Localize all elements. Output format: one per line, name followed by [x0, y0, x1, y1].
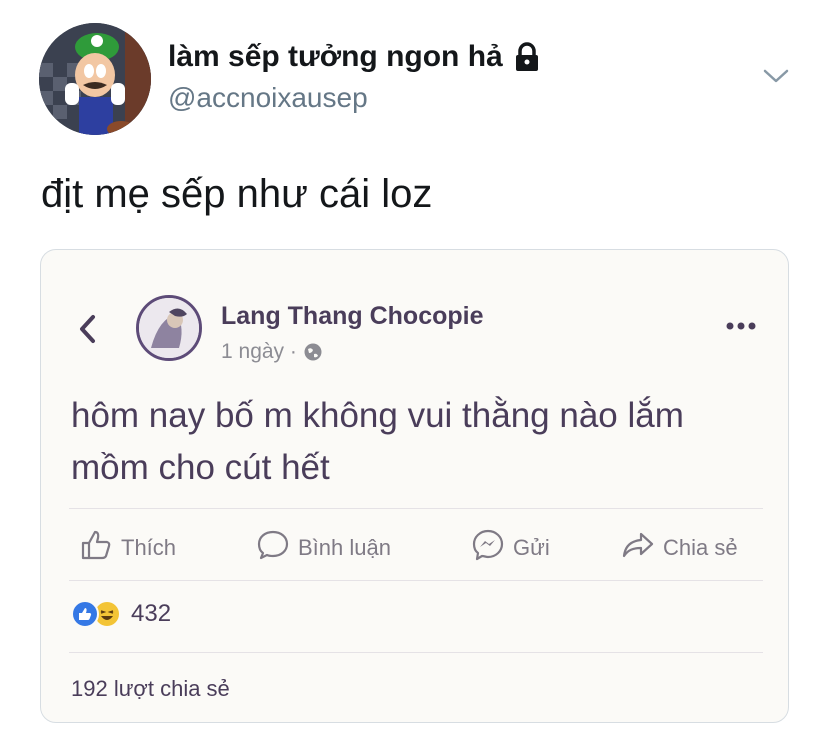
- like-action: Thích: [79, 528, 176, 568]
- lock-icon: [513, 42, 541, 72]
- divider: [69, 652, 763, 653]
- reaction-count: 432: [131, 600, 172, 627]
- page-avatar: [136, 295, 202, 361]
- send-label: Gửi: [513, 535, 550, 560]
- globe-icon: [303, 342, 323, 362]
- divider: [69, 580, 763, 581]
- more-icon: [724, 319, 758, 333]
- display-name[interactable]: làm sếp tưởng ngon hả: [168, 40, 541, 74]
- send-action: Gửi: [471, 528, 550, 568]
- share-icon: [621, 528, 655, 568]
- post-time: 1 ngày ·: [221, 340, 297, 363]
- comment-action: Bình luận: [256, 528, 391, 568]
- tweet-text: địt mẹ sếp như cái loz: [41, 172, 433, 216]
- share-label: Chia sẻ: [663, 535, 738, 560]
- back-icon: [76, 312, 100, 346]
- chevron-down-icon[interactable]: [762, 66, 790, 86]
- page-name: Lang Thang Chocopie: [221, 302, 484, 330]
- thumbs-up-icon: [79, 528, 113, 568]
- like-label: Thích: [121, 535, 177, 560]
- embedded-image[interactable]: Lang Thang Chocopie 1 ngày · hôm nay bố …: [40, 249, 789, 723]
- post-text: hôm nay bố m không vui thằng nào lắm mồm…: [71, 396, 684, 487]
- display-name-text: làm sếp tưởng ngon hả: [168, 40, 503, 73]
- like-reaction-icon: [71, 600, 99, 628]
- avatar[interactable]: [39, 23, 151, 135]
- comment-label: Bình luận: [298, 535, 391, 560]
- handle[interactable]: @accnoixausep: [168, 82, 368, 114]
- messenger-icon: [471, 528, 505, 568]
- reactions: 432: [71, 600, 171, 628]
- divider: [69, 508, 763, 509]
- share-action: Chia sẻ: [621, 528, 738, 568]
- post-meta: 1 ngày ·: [221, 340, 323, 364]
- comment-icon: [256, 528, 290, 568]
- share-count: 192 lượt chia sẻ: [71, 676, 230, 701]
